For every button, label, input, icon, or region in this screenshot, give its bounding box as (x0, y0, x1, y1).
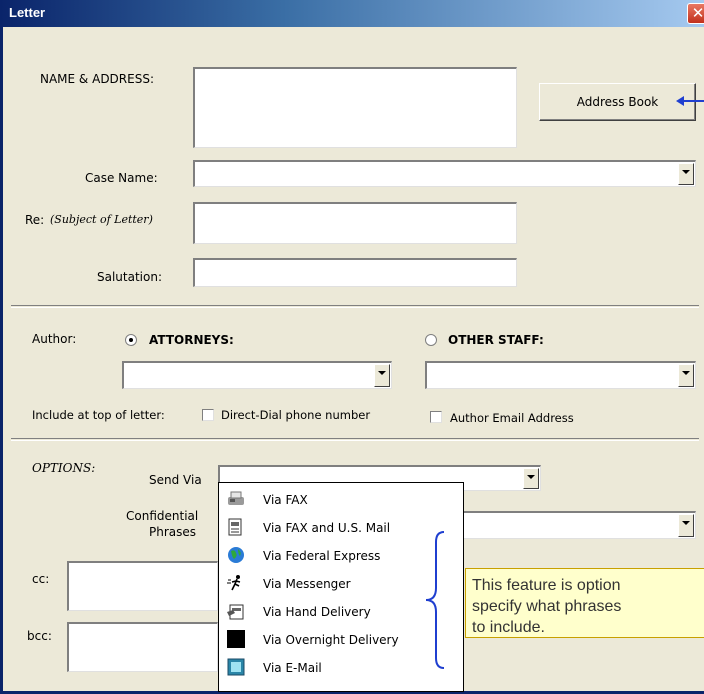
curly-brace-icon (425, 531, 445, 669)
salutation-input[interactable] (193, 258, 517, 287)
pointer-arrow-icon (676, 96, 704, 106)
title-bar: Letter ✕ (0, 0, 704, 27)
name-address-label: NAME & ADDRESS: (40, 72, 154, 86)
subject-input[interactable] (193, 202, 517, 244)
list-item[interactable]: Via FAX (219, 486, 463, 513)
cc-input[interactable] (67, 561, 218, 611)
attorneys-combobox[interactable] (122, 361, 392, 389)
re-label: Re: (25, 213, 45, 227)
phrases-label: Phrases (149, 525, 197, 539)
cc-label: cc: (32, 572, 50, 586)
fax-mail-icon (228, 518, 242, 536)
case-name-combobox[interactable] (193, 160, 696, 187)
direct-dial-checkbox[interactable] (202, 409, 214, 421)
chevron-down-icon[interactable] (374, 364, 390, 387)
globe-icon (228, 547, 244, 563)
re-hint: (Subject of Letter) (50, 213, 153, 226)
list-item-label: Via Messenger (263, 577, 351, 591)
callout-line: This feature is option (472, 577, 621, 594)
options-label: OPTIONS: (32, 461, 96, 475)
chevron-down-icon[interactable] (678, 163, 694, 185)
address-book-button[interactable]: Address Book (539, 83, 696, 121)
moon-icon (227, 630, 245, 648)
runner-icon (227, 575, 241, 591)
list-item-label: Via E-Mail (263, 661, 322, 675)
callout-line: specify what phrases (472, 598, 622, 615)
other-staff-combobox[interactable] (425, 361, 696, 389)
author-label: Author: (32, 332, 77, 346)
list-item-label: Via Hand Delivery (263, 605, 371, 619)
confidential-label: Confidential (126, 509, 199, 523)
callout-line: to include. (472, 619, 545, 636)
list-item-label: Via Overnight Delivery (263, 633, 399, 647)
chevron-down-icon[interactable] (678, 364, 694, 387)
separator (11, 438, 699, 441)
author-email-checkbox[interactable] (430, 411, 442, 423)
list-item-label: Via FAX and U.S. Mail (263, 521, 391, 535)
letter-dialog: Letter ✕ NAME & ADDRESS: Address Book Ca… (0, 0, 704, 694)
window-title: Letter (9, 5, 46, 20)
bcc-input[interactable] (67, 622, 218, 672)
bcc-label: bcc: (27, 629, 52, 643)
name-address-textarea[interactable] (193, 67, 517, 148)
include-label: Include at top of letter: (32, 408, 165, 422)
attorneys-label: ATTORNEYS: (149, 333, 234, 347)
send-via-label: Send Via (149, 473, 202, 487)
chevron-down-icon[interactable] (678, 514, 694, 537)
case-name-label: Case Name: (85, 171, 158, 185)
close-icon: ✕ (691, 4, 704, 22)
address-book-label: Address Book (576, 95, 659, 109)
hand-delivery-icon (227, 604, 244, 620)
chevron-down-icon[interactable] (523, 468, 539, 489)
direct-dial-label: Direct-Dial phone number (221, 408, 371, 422)
list-item-label: Via FAX (263, 493, 308, 507)
other-staff-radio[interactable] (425, 334, 437, 346)
separator (11, 305, 699, 308)
attorneys-radio[interactable] (125, 334, 137, 346)
fax-icon (228, 491, 244, 505)
other-staff-label: OTHER STAFF: (448, 333, 544, 347)
close-button[interactable]: ✕ (687, 3, 704, 24)
author-email-label: Author Email Address (450, 411, 574, 425)
email-icon (227, 658, 245, 676)
salutation-label: Salutation: (97, 270, 162, 284)
callout-note: This feature is option specify what phra… (465, 568, 704, 638)
list-item-label: Via Federal Express (263, 549, 381, 563)
